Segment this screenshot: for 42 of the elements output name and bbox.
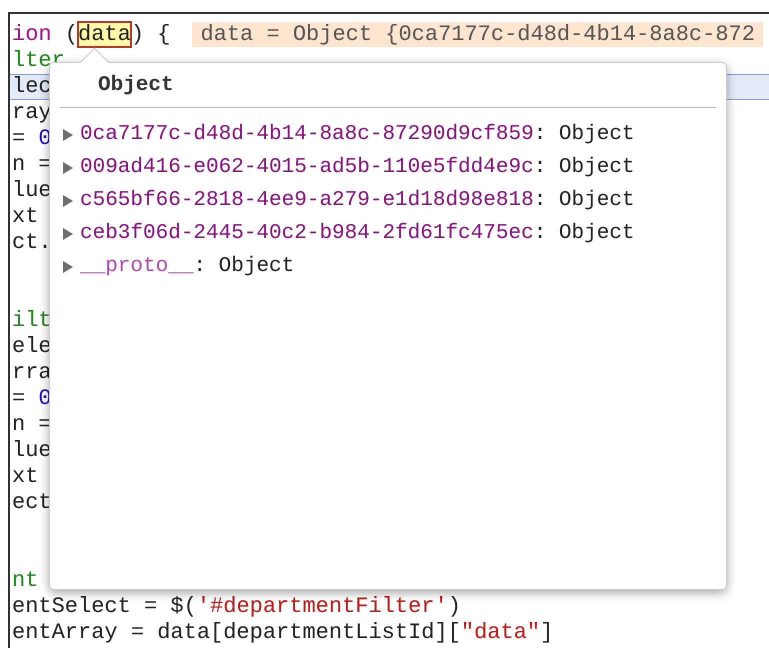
disclosure-triangle-icon[interactable] (62, 194, 74, 208)
property-key[interactable]: __proto__ (80, 255, 194, 278)
property-value: : Object (534, 123, 635, 146)
code-text: rra (12, 360, 52, 385)
disclosure-triangle-icon[interactable] (62, 226, 74, 240)
code-keyword: ion (12, 22, 52, 47)
code-text: entArray = data[departmentListId][ (12, 620, 461, 645)
property-key[interactable]: c565bf66-2818-4ee9-a279-e1d18d98e818 (80, 189, 534, 212)
code-text: ) { (130, 22, 170, 47)
string-literal: '#departmentFilter' (196, 594, 448, 619)
property-value: : Object (534, 222, 635, 245)
disclosure-triangle-icon[interactable] (62, 128, 74, 142)
property-value: : Object (534, 156, 635, 179)
code-text: ilt (12, 308, 52, 333)
code-text: ct. (12, 230, 52, 255)
property-value: : Object (193, 255, 294, 278)
code-text: ect (12, 490, 52, 515)
code-text: lter (12, 48, 65, 73)
disclosure-triangle-icon[interactable] (62, 260, 74, 274)
code-text: nt (12, 568, 38, 593)
property-value: : Object (534, 189, 635, 212)
code-text: = (12, 386, 26, 411)
property-key[interactable]: ceb3f06d-2445-40c2-b984-2fd61fc475ec (80, 222, 534, 245)
disclosure-triangle-icon[interactable] (62, 160, 74, 174)
code-text: ) (448, 594, 461, 619)
code-text: ele (12, 334, 52, 359)
string-literal: "data" (460, 620, 540, 645)
property-key[interactable]: 009ad416-e062-4015-ad5b-110e5fdd4e9c (80, 156, 534, 179)
code-text: xt (12, 464, 38, 489)
code-text: = (12, 126, 26, 151)
code-text: xt (12, 204, 38, 229)
code-text: ( (64, 22, 78, 47)
hovered-variable: data (78, 22, 131, 47)
code-text: ] (540, 620, 554, 645)
code-text: lue (12, 178, 52, 203)
code-text: lue (12, 438, 52, 463)
code-text: ray (12, 100, 52, 125)
inline-value-hint: data = Object {0ca7177c-d48d-4b14-8a8c-872 (192, 22, 763, 47)
code-text: lec (12, 74, 52, 99)
popover-title: Object (98, 73, 174, 99)
property-key[interactable]: 0ca7177c-d48d-4b14-8a8c-87290d9cf859 (80, 123, 534, 146)
code-text: entSelect = $( (12, 594, 197, 619)
